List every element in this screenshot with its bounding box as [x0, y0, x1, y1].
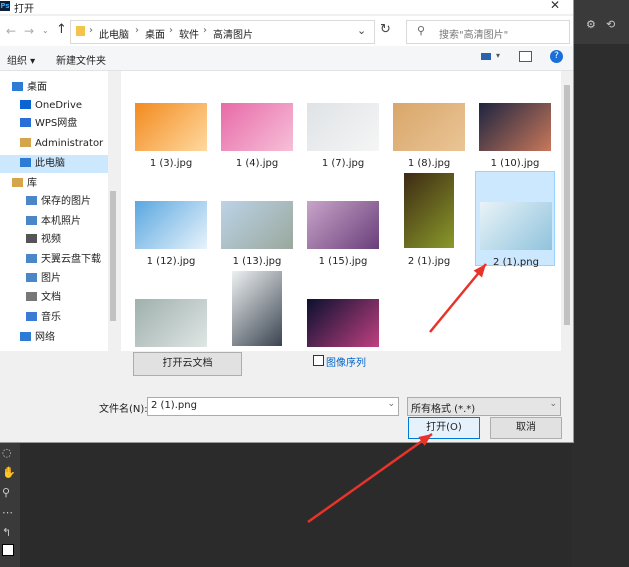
annotation-arrow-head — [418, 434, 432, 446]
annotation-overlay — [307, 263, 487, 524]
annotation-arrow-line — [307, 432, 433, 524]
annotation-arrow-line — [429, 263, 487, 333]
